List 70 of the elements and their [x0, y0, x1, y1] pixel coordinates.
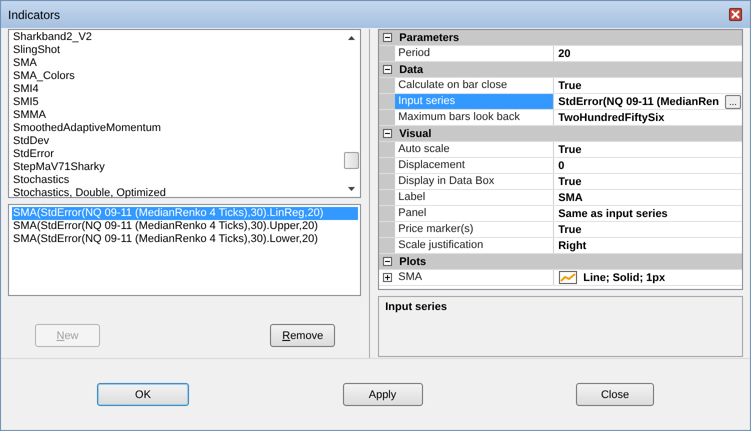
list-item[interactable]: SMA_Colors [12, 70, 344, 83]
row-gutter [379, 174, 396, 189]
property-name[interactable]: Display in Data Box [395, 174, 554, 189]
apply-button[interactable]: Apply [342, 383, 422, 406]
property-value[interactable]: True [558, 144, 742, 156]
row-gutter [379, 94, 396, 109]
property-name[interactable]: Calculate on bar close [395, 78, 554, 93]
list-item[interactable]: StepMaV71Sharky [12, 161, 344, 174]
row-gutter [379, 110, 396, 125]
property-value[interactable]: StdError(NQ 09-11 (MedianRen [558, 96, 719, 108]
close-button[interactable] [729, 8, 742, 21]
row-gutter [379, 222, 396, 237]
property-value[interactable]: True [558, 176, 742, 188]
property-value[interactable]: True [558, 80, 742, 92]
list-item[interactable]: SlingShot [12, 44, 344, 57]
property-name[interactable]: Scale justification [395, 238, 554, 253]
ok-button[interactable]: OK [97, 383, 189, 406]
property-name[interactable]: Displacement [395, 158, 554, 173]
row-gutter [379, 142, 396, 157]
list-item[interactable]: SmoothedAdaptiveMomentum [12, 122, 344, 135]
row-gutter [379, 238, 396, 253]
list-item[interactable]: SMA [12, 57, 344, 70]
category-row[interactable]: Parameters [379, 30, 742, 46]
close-icon [731, 10, 740, 19]
category-title: Plots [398, 256, 426, 268]
category-row[interactable]: Plots [379, 254, 742, 270]
property-value[interactable]: Same as input series [558, 208, 742, 220]
property-value[interactable]: Line; Solid; 1px [583, 272, 742, 284]
list-item[interactable]: SMI5 [12, 96, 344, 109]
browse-button[interactable]: ... [725, 94, 741, 108]
category-row[interactable]: Data [379, 62, 742, 78]
row-gutter [379, 206, 396, 221]
property-value[interactable]: 0 [558, 160, 742, 172]
scroll-down-icon[interactable] [348, 187, 356, 191]
property-value[interactable]: True [558, 224, 742, 236]
list-item[interactable]: Sharkband2_V2 [12, 31, 344, 44]
category-title: Data [398, 64, 424, 76]
description-title: Input series [385, 301, 447, 313]
property-name[interactable]: Label [395, 190, 554, 205]
row-gutter [379, 158, 396, 173]
property-name[interactable]: Price marker(s) [395, 222, 554, 237]
close-button[interactable]: Close [576, 383, 654, 406]
row-gutter [379, 78, 396, 93]
category-title: Visual [398, 128, 432, 140]
property-name[interactable]: SMA [395, 270, 554, 285]
row-gutter [379, 46, 396, 61]
window-title: Indicators [8, 8, 60, 22]
property-name[interactable]: Maximum bars look back [395, 110, 554, 125]
property-value[interactable]: Right [558, 240, 742, 252]
list-item[interactable]: StdDev [12, 135, 344, 148]
list-item[interactable]: SMMA [12, 109, 344, 122]
list-item[interactable]: Stochastics [12, 174, 344, 187]
row-gutter [379, 190, 396, 205]
property-value[interactable]: TwoHundredFiftySix [558, 112, 742, 124]
list-item[interactable]: SMA(StdError(NQ 09-11 (MedianRenko 4 Ticks),30).Lower,20) [12, 233, 358, 246]
category-row[interactable]: Visual [379, 126, 742, 142]
list-item[interactable]: SMI4 [12, 83, 344, 96]
scroll-thumb[interactable] [344, 152, 360, 169]
property-name[interactable]: Auto scale [395, 142, 554, 157]
property-name[interactable]: Period [395, 46, 554, 61]
property-name[interactable]: Panel [395, 206, 554, 221]
list-item[interactable]: Stochastics, Double, Optimized [12, 187, 344, 200]
list-item[interactable]: StdError [12, 148, 344, 161]
scroll-up-icon[interactable] [348, 36, 356, 40]
list-item[interactable]: SMA(StdError(NQ 09-11 (MedianRenko 4 Ticks),30).Upper,20) [12, 220, 358, 233]
remove-button[interactable]: Remove [270, 324, 336, 347]
property-value[interactable]: SMA [558, 192, 742, 204]
property-value[interactable]: 20 [558, 48, 742, 60]
line-plot-icon [559, 271, 578, 284]
category-title: Parameters [398, 32, 460, 44]
